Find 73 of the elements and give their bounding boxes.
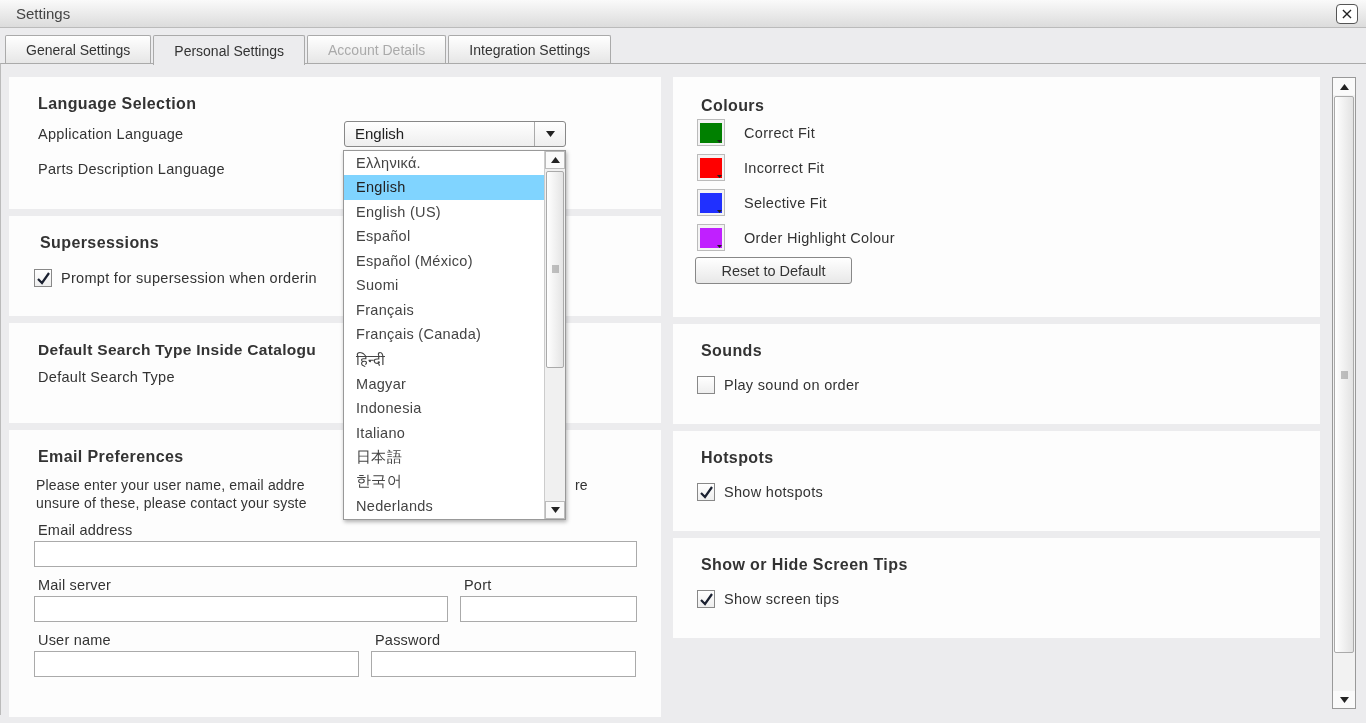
- caret-icon: [717, 140, 722, 143]
- language-dropdown[interactable]: English: [344, 120, 566, 147]
- section-heading: Colours: [701, 97, 765, 115]
- scroll-up-icon: [550, 156, 560, 163]
- tab[interactable]: General Settings: [5, 35, 152, 63]
- field-label: Port: [464, 577, 493, 594]
- email-address-field[interactable]: [34, 541, 637, 567]
- dropdown-option[interactable]: Magyar: [344, 371, 544, 396]
- color-label: Selective Fit: [744, 194, 827, 211]
- scroll-up-icon: [1339, 83, 1349, 90]
- field-label: Default Search Type: [38, 369, 175, 385]
- color-label: Incorrect Fit: [744, 159, 825, 176]
- reset-button[interactable]: Reset to Default: [695, 257, 852, 284]
- checkbox[interactable]: [697, 590, 715, 608]
- caret-icon: [545, 130, 555, 137]
- dropdown-option[interactable]: Français (Canada): [344, 322, 544, 347]
- checkbox-label: Prompt for supersession when orderin: [61, 270, 317, 286]
- window-title: Settings: [16, 5, 71, 22]
- dropdown-option[interactable]: English: [344, 175, 544, 200]
- dropdown-option[interactable]: English (US): [344, 199, 544, 225]
- check-icon: [36, 271, 50, 285]
- section-heading: Sounds: [701, 342, 763, 360]
- caret-icon: [717, 175, 722, 178]
- field-label: Application Language: [38, 125, 185, 142]
- scrollbar[interactable]: [1332, 77, 1356, 709]
- dropdown-option[interactable]: Español: [344, 224, 544, 249]
- color-label: Order Highlight Colour: [744, 229, 895, 246]
- user-name-field[interactable]: [34, 651, 359, 677]
- checkbox[interactable]: [34, 269, 52, 287]
- password-field[interactable]: [371, 651, 636, 677]
- section-heading: Email Preferences: [38, 448, 184, 466]
- section-heading: Supersessions: [40, 234, 160, 252]
- description-text: Please enter your user name, email addre unsure of these, please contact your syste: [36, 476, 308, 512]
- section-heading: Show or Hide Screen Tips: [701, 556, 908, 574]
- checkbox[interactable]: [697, 483, 715, 501]
- dropdown-option[interactable]: Ελληνικά.: [344, 150, 544, 176]
- checkbox[interactable]: [697, 376, 715, 394]
- description-text: re: [575, 476, 588, 495]
- field-label: Parts Description Language: [38, 160, 225, 177]
- dropdown-option[interactable]: हिन्दी: [344, 346, 544, 372]
- grip-icon: [1340, 370, 1348, 379]
- port-field[interactable]: [460, 596, 637, 622]
- tab[interactable]: Personal Settings: [153, 35, 306, 65]
- scrollbar[interactable]: [544, 150, 565, 519]
- checkbox-label: Play sound on order: [724, 377, 860, 393]
- dropdown-option[interactable]: 日本語: [344, 444, 544, 470]
- caret-icon: [717, 245, 722, 248]
- color-label: Correct Fit: [744, 124, 815, 141]
- caret-icon: [717, 210, 722, 213]
- field-label: Email address: [38, 522, 134, 539]
- section-heading: Hotspots: [701, 449, 774, 467]
- scroll-down-icon: [550, 506, 560, 513]
- checkbox-label: Show screen tips: [724, 591, 840, 607]
- grip-icon: [551, 265, 559, 273]
- field-label: User name: [38, 632, 112, 649]
- check-icon: [699, 592, 713, 606]
- dropdown-option[interactable]: Français: [344, 297, 544, 323]
- section-heading: Default Search Type Inside Catalogu: [38, 341, 317, 359]
- close-button[interactable]: ×: [1336, 3, 1358, 24]
- dropdown-option[interactable]: Español (México): [344, 248, 544, 274]
- dropdown-option[interactable]: Indonesia: [344, 395, 544, 421]
- dropdown-option[interactable]: Italiano: [344, 420, 544, 445]
- dropdown-option[interactable]: 한국어: [344, 469, 544, 494]
- field-label: Password: [375, 632, 442, 649]
- section-heading: Language Selection: [38, 95, 197, 113]
- checkbox-label: Show hotspots: [724, 484, 823, 500]
- scroll-down-icon: [1339, 696, 1349, 703]
- mail-server-field[interactable]: [34, 596, 448, 622]
- dropdown-option[interactable]: Nederlands: [344, 493, 544, 519]
- tab[interactable]: Integration Settings: [448, 35, 611, 63]
- field-label: Mail server: [38, 577, 113, 594]
- dropdown-option[interactable]: Suomi: [344, 273, 544, 298]
- check-icon: [699, 485, 713, 499]
